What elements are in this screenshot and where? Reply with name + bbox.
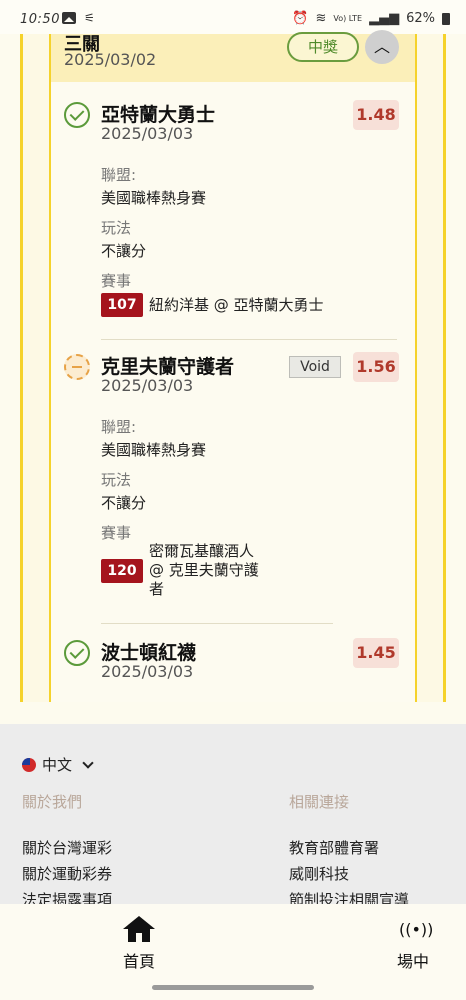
event-text-line: @ 克里夫蘭守護 (149, 561, 259, 579)
parlay-date: 2025/03/02 (64, 50, 157, 69)
nav-home-label: 首頁 (122, 952, 155, 971)
play-value: 不讓分 (101, 494, 147, 512)
league-label: 聯盟: (101, 418, 137, 436)
leg-date: 2025/03/03 (101, 376, 194, 395)
signal-off-icon: ⚟ (84, 11, 95, 25)
gesture-bar[interactable] (152, 985, 314, 990)
broadcast-icon: ((•)) (399, 920, 434, 939)
leg-team: 波士頓紅襪 (101, 642, 197, 664)
language-selector[interactable]: 中文 (22, 754, 94, 775)
leg-odds: 1.56 (353, 352, 399, 382)
result-badge: 中獎 (287, 32, 359, 62)
check-circle-icon (64, 102, 90, 128)
footer-link[interactable]: 關於運動彩券 (22, 863, 112, 884)
event-number: 120 (101, 559, 143, 583)
bet-slip-card: 三關 2025/03/02 中獎 ︿ 亞特蘭大勇士 2025/03/03 1.4… (20, 30, 446, 702)
collapse-button[interactable]: ︿ (365, 30, 399, 64)
event-label: 賽事 (101, 272, 132, 290)
gallery-notification-icon (62, 12, 76, 24)
taiwan-flag-icon (22, 757, 36, 772)
cell-signal-icon: ▂▄▆ (369, 11, 400, 26)
divider (101, 339, 397, 340)
nav-live-label: 場中 (396, 952, 429, 971)
footer-link[interactable]: 威剛科技 (289, 863, 349, 884)
divider (101, 623, 333, 624)
footer-link[interactable]: 教育部體育署 (289, 837, 379, 858)
chevron-up-icon: ︿ (373, 37, 390, 56)
league-label: 聯盟: (101, 166, 137, 184)
event-number: 107 (101, 293, 143, 317)
footer-link[interactable]: 關於台灣運彩 (22, 837, 112, 858)
leg-date: 2025/03/03 (101, 662, 194, 681)
play-label: 玩法 (101, 471, 132, 489)
event-text: 密爾瓦基釀酒人 @ 克里夫蘭守護 者 (149, 542, 259, 599)
parlay-header: 三關 2025/03/02 中獎 ︿ (51, 30, 415, 82)
play-label: 玩法 (101, 219, 132, 237)
event-text: 紐約洋基 @ 亞特蘭大勇士 (149, 296, 324, 314)
clock: 10:50 (20, 12, 60, 27)
leg-team: 亞特蘭大勇士 (101, 104, 216, 126)
event-label: 賽事 (101, 524, 132, 542)
home-icon (122, 916, 156, 944)
alarm-icon: ⏰ (292, 11, 309, 26)
chevron-down-icon (82, 756, 94, 769)
nav-home[interactable]: 首頁 (116, 916, 162, 972)
check-circle-icon (64, 640, 90, 666)
void-circle-icon (64, 354, 90, 380)
about-heading: 關於我們 (22, 793, 83, 811)
leg-odds: 1.45 (353, 638, 399, 668)
battery-icon (442, 12, 450, 25)
nav-live[interactable]: ((•)) 場中 (390, 916, 436, 972)
event-text-line: 密爾瓦基釀酒人 (149, 542, 255, 560)
site-footer: 中文 關於我們 相關連接 關於台灣運彩 關於運動彩券 法定揭露事項 教育部體育署… (0, 724, 466, 909)
leg-date: 2025/03/03 (101, 124, 194, 143)
links-heading: 相關連接 (289, 793, 350, 811)
event-text-line: 者 (149, 580, 165, 598)
parlay-detail: 三關 2025/03/02 中獎 ︿ 亞特蘭大勇士 2025/03/03 1.4… (49, 30, 417, 702)
leg-team: 克里夫蘭守護者 (101, 356, 235, 378)
battery-level: 62% (406, 11, 435, 26)
play-value: 不讓分 (101, 242, 147, 260)
lte-icon: Vo) LTE (333, 14, 363, 23)
leg-odds: 1.48 (353, 100, 399, 130)
void-tag: Void (289, 356, 341, 378)
league-value: 美國職棒熱身賽 (101, 189, 207, 207)
league-value: 美國職棒熱身賽 (101, 441, 207, 459)
language-label: 中文 (42, 756, 73, 774)
status-bar: 10:50 ⚟ ⏰ ≋ Vo) LTE ▂▄▆ 62% (0, 0, 466, 34)
wifi-icon: ≋ (315, 11, 327, 26)
